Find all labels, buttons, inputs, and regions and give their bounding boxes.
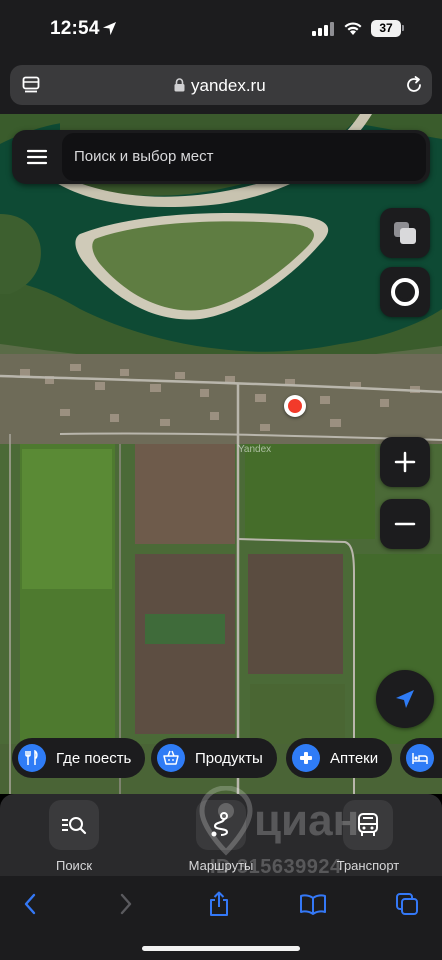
battery-tip bbox=[402, 25, 404, 31]
search-panel: Поиск и выбор мест bbox=[12, 130, 430, 184]
search-placeholder: Поиск и выбор мест bbox=[74, 148, 214, 165]
map-view[interactable]: Поиск и выбор мест Yandex Где поесть Про… bbox=[0, 114, 442, 794]
home-indicator[interactable] bbox=[142, 946, 300, 951]
tabs-icon bbox=[396, 893, 418, 915]
bottom-navigation: Поиск Маршруты Транспорт bbox=[0, 794, 442, 876]
location-arrow-icon bbox=[102, 21, 117, 36]
back-button[interactable] bbox=[16, 890, 44, 918]
clock: 12:54 bbox=[50, 18, 100, 39]
category-chip-hotels[interactable] bbox=[400, 738, 442, 778]
category-label: Где поесть bbox=[56, 749, 132, 767]
fork-knife-icon bbox=[18, 744, 46, 772]
nav-transport-button[interactable]: Транспорт bbox=[313, 800, 423, 873]
minus-icon bbox=[394, 522, 416, 526]
layers-button[interactable] bbox=[380, 208, 430, 258]
nav-routes-button[interactable]: Маршруты bbox=[166, 800, 276, 873]
chevron-left-icon bbox=[24, 893, 36, 915]
bookmarks-button[interactable] bbox=[299, 890, 327, 918]
nav-label: Поиск bbox=[55, 858, 93, 873]
cellular-signal-icon bbox=[312, 22, 334, 36]
address-bar[interactable]: yandex.ru bbox=[10, 65, 432, 105]
search-list-icon bbox=[49, 800, 99, 850]
search-input[interactable]: Поиск и выбор мест bbox=[62, 133, 426, 181]
share-button[interactable] bbox=[205, 890, 233, 918]
pharmacy-cross-icon bbox=[292, 744, 320, 772]
reload-icon[interactable] bbox=[404, 75, 424, 95]
category-chips: Где поесть Продукты Аптеки bbox=[0, 736, 442, 780]
current-location-marker bbox=[284, 395, 306, 417]
my-location-button[interactable] bbox=[376, 670, 434, 728]
alice-icon bbox=[391, 278, 419, 306]
status-bar: 12:54 37 bbox=[0, 0, 442, 62]
share-icon bbox=[210, 891, 228, 916]
forward-button[interactable] bbox=[112, 890, 140, 918]
chevron-right-icon bbox=[120, 893, 132, 915]
tabs-button[interactable] bbox=[393, 890, 421, 918]
navigation-arrow-icon bbox=[396, 690, 414, 708]
category-chip-pharmacy[interactable]: Аптеки bbox=[286, 738, 393, 778]
category-label: Продукты bbox=[195, 749, 263, 767]
route-icon bbox=[196, 800, 246, 850]
url-text[interactable]: yandex.ru bbox=[191, 76, 266, 96]
alice-assistant-button[interactable] bbox=[380, 267, 430, 317]
nav-search-button[interactable]: Поиск bbox=[19, 800, 129, 873]
category-chip-groceries[interactable]: Продукты bbox=[151, 738, 277, 778]
plus-icon bbox=[394, 451, 416, 473]
battery-indicator: 37 bbox=[371, 20, 401, 37]
browser-toolbar bbox=[0, 876, 442, 960]
zoom-in-button[interactable] bbox=[380, 437, 430, 487]
category-label: Аптеки bbox=[330, 749, 379, 767]
nav-label: Транспорт bbox=[336, 858, 400, 873]
nav-label: Маршруты bbox=[188, 858, 254, 873]
browser-address-area: yandex.ru bbox=[0, 62, 442, 114]
bus-icon bbox=[343, 800, 393, 850]
page-menu-icon[interactable] bbox=[22, 76, 40, 94]
wifi-icon bbox=[344, 22, 362, 35]
menu-icon[interactable] bbox=[26, 146, 48, 168]
layers-icon bbox=[394, 222, 416, 244]
zoom-out-button[interactable] bbox=[380, 499, 430, 549]
lock-icon bbox=[174, 78, 185, 92]
map-watermark-label: Yandex bbox=[238, 444, 272, 455]
book-icon bbox=[300, 894, 326, 915]
category-chip-food[interactable]: Где поесть bbox=[12, 738, 146, 778]
basket-icon bbox=[157, 744, 185, 772]
bed-icon bbox=[406, 744, 434, 772]
